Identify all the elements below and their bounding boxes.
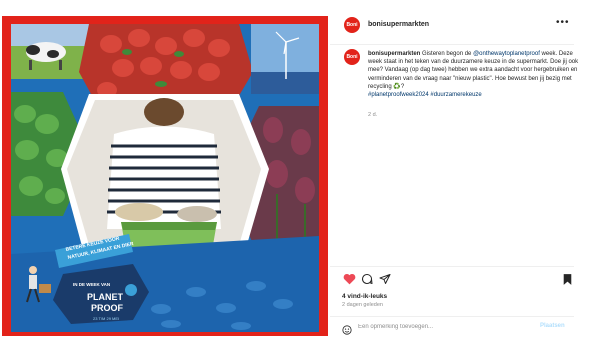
logo-line-1: PLANET (87, 292, 124, 302)
post-media[interactable]: BETERE KEUZE VOOR NATUUR, KLIMAAT EN DIE… (0, 0, 330, 336)
bookmark-icon[interactable] (560, 272, 574, 286)
caption-avatar[interactable]: Boni (344, 49, 360, 65)
badge-dates: 23 T/M 29 MEI (93, 316, 119, 321)
caption-age: 2 d. (368, 112, 378, 118)
more-horizontal-icon[interactable]: ••• (556, 17, 570, 28)
avatar[interactable]: Boni (344, 17, 360, 33)
post-sidebar: Boni bonisupermarkten ••• Boni bonisuper… (330, 0, 611, 336)
heart-filled-icon[interactable] (342, 272, 356, 286)
planet-icon (125, 284, 137, 296)
caption-username[interactable]: bonisupermarkten (368, 51, 420, 57)
time-ago: 2 dagen geleden (342, 302, 383, 308)
send-icon[interactable] (378, 272, 392, 286)
caption-mention[interactable]: @onthewaytoplanetproof (473, 51, 540, 57)
media-red-frame: BETERE KEUZE VOOR NATUUR, KLIMAAT EN DIE… (2, 16, 328, 336)
action-bar (342, 272, 574, 286)
comment-icon[interactable] (360, 272, 374, 286)
logo-line-2: PROOF (91, 303, 124, 313)
emoji-icon[interactable] (342, 322, 352, 335)
caption-hashtag-1[interactable]: #planetproofweek2024 (368, 92, 429, 98)
badge-top: IN DE WEEK VAN (73, 282, 110, 287)
caption-hashtag-2[interactable]: #duurzamerekeuze (430, 92, 481, 98)
planet-proof-collage: BETERE KEUZE VOOR NATUUR, KLIMAAT EN DIE… (11, 24, 319, 332)
post-comment-button[interactable]: Plaatsen (540, 323, 565, 329)
header-username[interactable]: bonisupermarkten (368, 21, 429, 28)
header-divider (330, 44, 574, 45)
post-header: Boni bonisupermarkten ••• (330, 0, 611, 44)
comment-divider (330, 316, 574, 317)
caption-text-1: Gisteren begon de (420, 51, 474, 57)
likes-count[interactable]: 4 vind-ik-leuks (342, 293, 387, 300)
post-image[interactable]: BETERE KEUZE VOOR NATUUR, KLIMAAT EN DIE… (11, 24, 319, 332)
comment-input[interactable] (358, 321, 528, 333)
comment-bar: Plaatsen (330, 318, 574, 336)
post-caption: bonisupermarkten Gisteren begon de @onth… (368, 50, 588, 99)
actions-divider (330, 266, 574, 267)
